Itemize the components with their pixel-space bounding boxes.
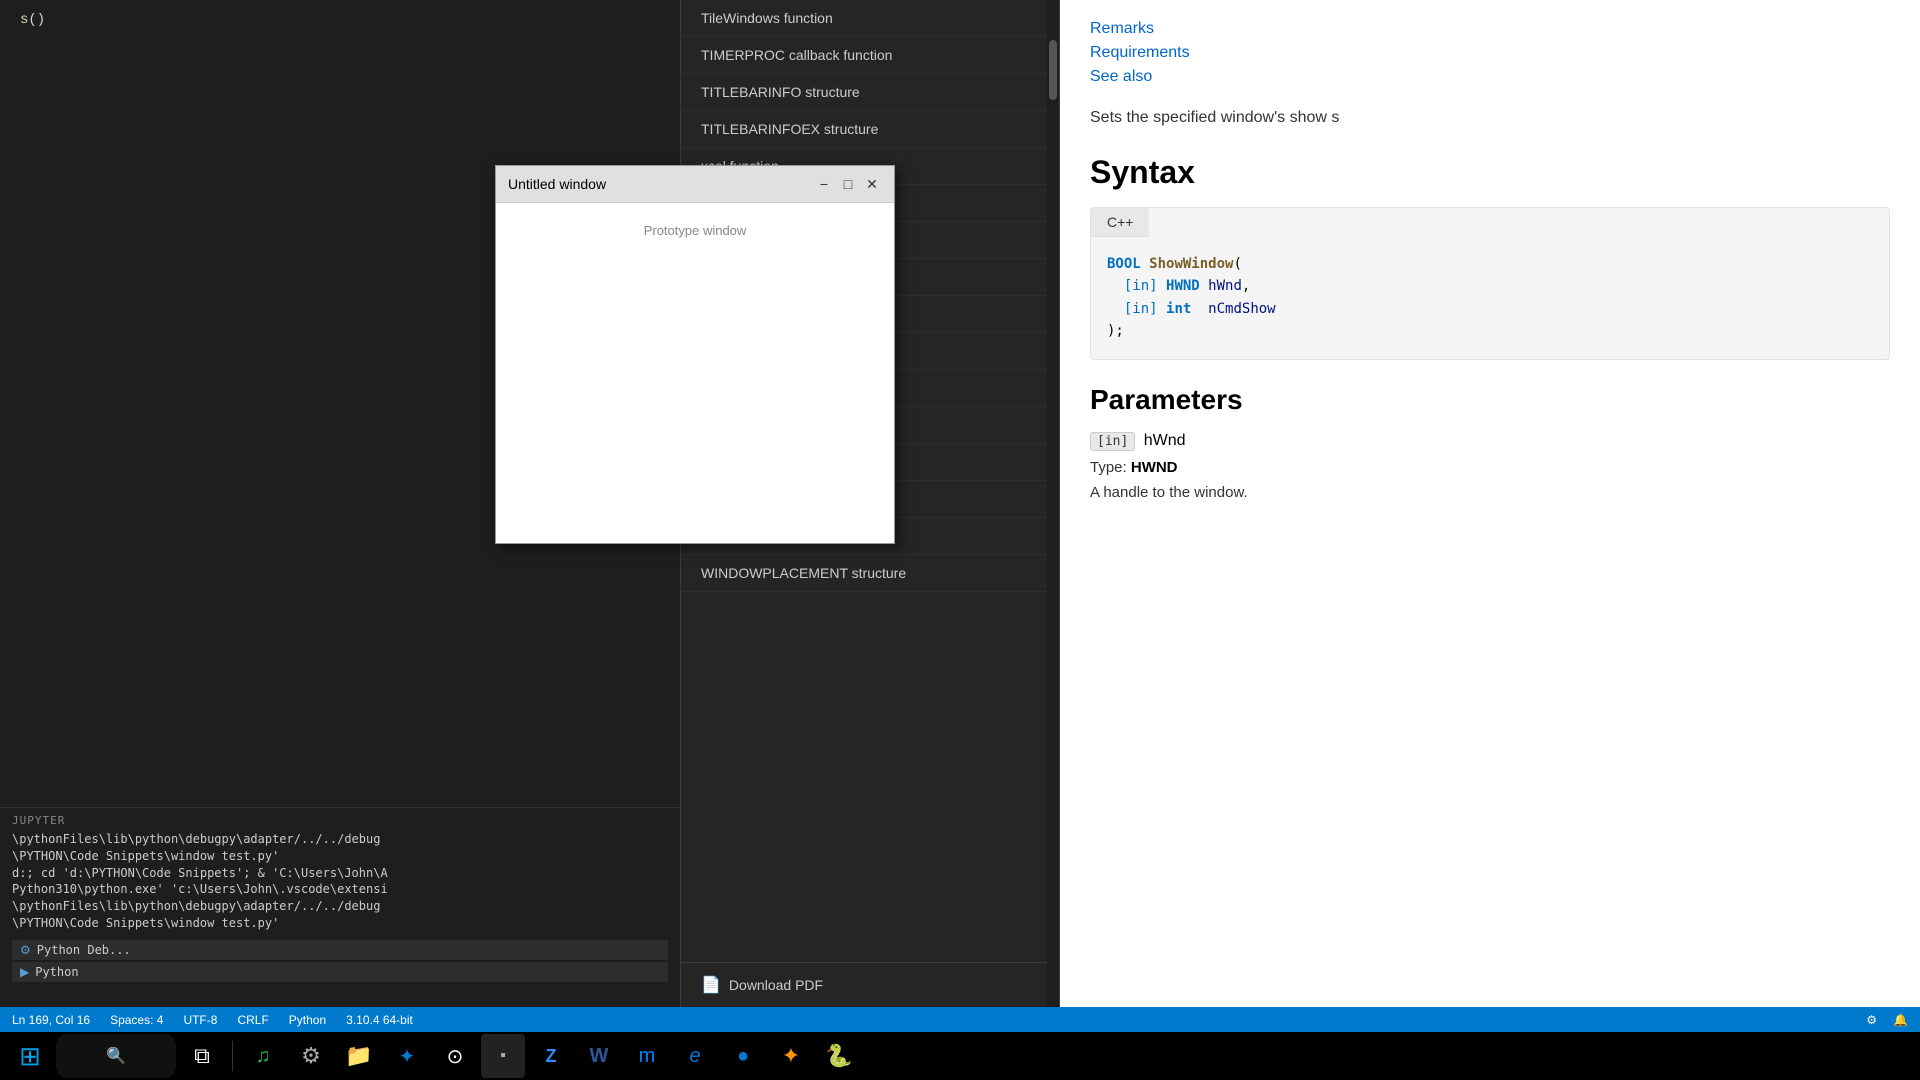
code-line: s() (20, 10, 660, 31)
doc-list-item[interactable]: TIMERPROC callback function (681, 37, 1059, 74)
param-description: A handle to the window. (1090, 482, 1890, 505)
syntax-box: C++ BOOL ShowWindow( [in] HWND hWnd, [in… (1090, 207, 1890, 360)
bell-icon[interactable]: 🔔 (1893, 1013, 1908, 1027)
close-button[interactable]: ✕ (862, 174, 882, 194)
file-explorer-icon[interactable]: 📁 (337, 1034, 381, 1078)
edge2-icon[interactable]: ● (721, 1034, 765, 1078)
prototype-body: Prototype window (496, 203, 894, 543)
debug-entry-python-deb[interactable]: ⚙ Python Deb... (12, 940, 668, 960)
python-icon[interactable]: 🐍 (817, 1034, 861, 1078)
terminal-label: JUPYTER (12, 814, 668, 827)
pdf-icon: 📄 (701, 975, 721, 995)
chrome-icon[interactable]: ⊙ (433, 1034, 477, 1078)
search-widget-icon[interactable]: 🔍 (56, 1034, 176, 1078)
debug-entries: ⚙ Python Deb... ▶ Python (12, 940, 668, 982)
run-icon: ▶ (20, 965, 29, 979)
word-icon[interactable]: W (577, 1034, 621, 1078)
prototype-title: Untitled window (508, 176, 606, 192)
steam-icon[interactable]: ⚙ (289, 1034, 333, 1078)
nav-link-remarks[interactable]: Remarks (1090, 20, 1890, 38)
doc-list-item[interactable]: TITLEBARINFOEX structure (681, 111, 1059, 148)
terminal-line: \pythonFiles\lib\python\debugpy\adapter/… (12, 831, 668, 848)
status-bar: Ln 169, Col 16 Spaces: 4 UTF-8 CRLF Pyth… (0, 1007, 1920, 1032)
doc-list-item[interactable]: TileWindows function (681, 0, 1059, 37)
param-type: Type: HWND (1090, 459, 1890, 476)
status-version: 3.10.4 64-bit (346, 1013, 413, 1027)
debug-entry-python[interactable]: ▶ Python (12, 962, 668, 982)
docs-description: Sets the specified window's show s (1090, 106, 1890, 130)
syntax-title: Syntax (1090, 154, 1890, 191)
maximize-button[interactable]: □ (838, 174, 858, 194)
status-encoding: UTF-8 (183, 1013, 217, 1027)
terminal-line: d:; cd 'd:\PYTHON\Code Snippets'; & 'C:\… (12, 865, 668, 882)
syntax-code: BOOL ShowWindow( [in] HWND hWnd, [in] in… (1091, 237, 1889, 359)
nav-link-see-also[interactable]: See also (1090, 68, 1890, 86)
terminal-lines: \pythonFiles\lib\python\debugpy\adapter/… (12, 831, 668, 932)
prototype-titlebar: Untitled window − □ ✕ (496, 166, 894, 203)
doc-list-item[interactable]: TITLEBARINFO structure (681, 74, 1059, 111)
docs-panel: Remarks Requirements See also Sets the s… (1060, 0, 1920, 1007)
taskbar: ⊞ 🔍 ⧉ ♫ ⚙ 📁 ✦ ⊙ ▪ Z W m e ● ✦ 🐍 (0, 1032, 1920, 1080)
spotify-icon[interactable]: ♫ (241, 1034, 285, 1078)
status-language: Python (289, 1013, 326, 1027)
status-spaces: Spaces: 4 (110, 1013, 163, 1027)
prototype-window[interactable]: Untitled window − □ ✕ Prototype window (495, 165, 895, 544)
terminal-line: Python310\python.exe' 'c:\Users\John\.vs… (12, 881, 668, 898)
doc-list-scrollbar-thumb[interactable] (1049, 40, 1057, 100)
vscode-icon[interactable]: ✦ (385, 1034, 429, 1078)
edge-icon[interactable]: e (673, 1034, 717, 1078)
terminal-line: \pythonFiles\lib\python\debugpy\adapter/… (12, 898, 668, 915)
debug-entry-label: Python Deb... (37, 943, 131, 957)
minimize-button[interactable]: − (814, 174, 834, 194)
syntax-lang-tab: C++ (1091, 208, 1149, 237)
messenger-icon[interactable]: m (625, 1034, 669, 1078)
prototype-controls: − □ ✕ (814, 174, 882, 194)
doc-list-scrollbar[interactable] (1047, 0, 1059, 1007)
debug-entry-icon: ⚙ (20, 943, 31, 957)
app1-icon[interactable]: ✦ (769, 1034, 813, 1078)
docs-nav: Remarks Requirements See also (1090, 20, 1890, 86)
terminal-line: \PYTHON\Code Snippets\window test.py' (12, 848, 668, 865)
settings-icon[interactable]: ⚙ (1866, 1013, 1877, 1027)
zoom-icon[interactable]: Z (529, 1034, 573, 1078)
prototype-body-text: Prototype window (644, 223, 747, 238)
taskbar-separator (232, 1041, 233, 1071)
nav-link-requirements[interactable]: Requirements (1090, 44, 1890, 62)
param-name: [in] hWnd (1090, 432, 1890, 451)
terminal-line: \PYTHON\Code Snippets\window test.py' (12, 915, 668, 932)
param-type-label: Type: (1090, 459, 1131, 476)
params-title: Parameters (1090, 384, 1890, 416)
terminal-panel: JUPYTER \pythonFiles\lib\python\debugpy\… (0, 807, 680, 1007)
status-ln-col: Ln 169, Col 16 (12, 1013, 90, 1027)
status-right: ⚙ 🔔 (1866, 1013, 1908, 1027)
param-badge: [in] (1090, 432, 1135, 451)
param-name-text: hWnd (1144, 432, 1186, 449)
param-type-value: HWND (1131, 459, 1178, 476)
task-view-icon[interactable]: ⧉ (180, 1034, 224, 1078)
download-pdf-button[interactable]: 📄 Download PDF (681, 962, 1059, 1007)
status-line-ending: CRLF (237, 1013, 268, 1027)
windows-start-icon[interactable]: ⊞ (8, 1034, 52, 1078)
download-pdf-label: Download PDF (729, 977, 823, 993)
doc-list-item-windowplacement[interactable]: WINDOWPLACEMENT structure (681, 555, 1059, 592)
debug-entry-label: Python (35, 965, 78, 979)
terminal-icon[interactable]: ▪ (481, 1034, 525, 1078)
